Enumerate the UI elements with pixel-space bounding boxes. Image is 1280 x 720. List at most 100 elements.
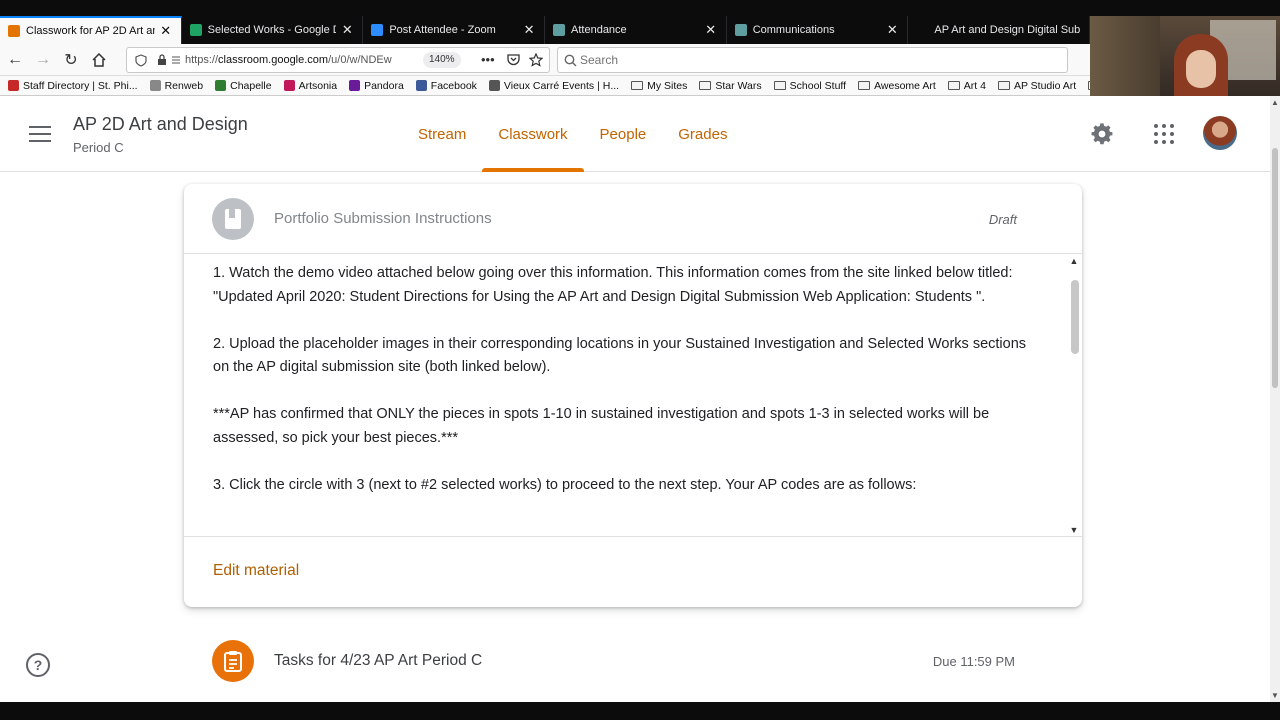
bookmark-label: School Stuff <box>789 79 847 92</box>
bookmark-star-icon[interactable] <box>529 53 543 67</box>
classwork-item-title: Tasks for 4/23 AP Art Period C <box>274 652 483 669</box>
material-card-header[interactable]: Portfolio Submission Instructions Draft <box>184 184 1082 254</box>
tab-people[interactable]: People <box>584 96 663 172</box>
url-bar[interactable]: https://classroom.google.com/u/0/w/NDEw … <box>126 47 550 73</box>
home-icon <box>92 52 106 67</box>
browser-tab[interactable]: Communications ✕ <box>727 16 909 44</box>
material-description-text: 1. Watch the demo video attached below g… <box>213 262 1043 521</box>
tab-classwork[interactable]: Classwork <box>482 96 584 172</box>
class-section: Period C <box>73 140 124 155</box>
tab-favicon-icon <box>371 24 384 36</box>
search-placeholder: Search <box>580 53 619 67</box>
site-favicon-icon <box>415 80 427 91</box>
folder-icon <box>858 81 871 90</box>
instruction-step-2: 2. Upload the placeholder images in thei… <box>213 335 1027 376</box>
assignment-icon <box>212 640 254 682</box>
bookmark-label: Staff Directory | St. Phi... <box>23 79 138 92</box>
page-scroll-up-icon[interactable]: ▲ <box>1270 98 1280 107</box>
site-favicon-icon <box>215 80 227 91</box>
close-icon[interactable]: ✕ <box>704 22 718 38</box>
material-card: Portfolio Submission Instructions Draft … <box>184 184 1082 607</box>
close-icon[interactable]: ✕ <box>159 23 173 39</box>
tab-stream[interactable]: Stream <box>402 96 482 172</box>
forward-button[interactable]: → <box>30 47 56 73</box>
page-scroll-down-icon[interactable]: ▼ <box>1270 691 1280 700</box>
bookmark-label: My Sites <box>647 79 688 92</box>
close-icon[interactable]: ✕ <box>885 22 899 38</box>
tab-title: Post Attendee - Zoom <box>389 24 496 36</box>
shield-icon <box>135 54 147 67</box>
webcam-presenter-face <box>1186 50 1216 88</box>
instruction-note: ***AP has confirmed that ONLY the pieces… <box>213 406 990 446</box>
scroll-down-arrow-icon[interactable]: ▼ <box>1068 525 1080 535</box>
folder-icon <box>631 81 644 90</box>
bookmark-folder[interactable]: AP Studio Art <box>997 80 1076 92</box>
bookmark-label: Renweb <box>164 79 204 92</box>
class-name[interactable]: AP 2D Art and Design <box>73 114 248 135</box>
browser-tab-strip: Classwork for AP 2D Art and D✕Selected W… <box>0 16 1091 44</box>
bookmark-item[interactable]: Staff Directory | St. Phi... <box>8 80 138 92</box>
browser-tab[interactable]: AP Art and Design Digital Submis <box>908 16 1091 44</box>
browser-tab[interactable]: Attendance ✕ <box>545 16 727 44</box>
classwork-item[interactable]: Tasks for 4/23 AP Art Period C Due 11:59… <box>184 630 1082 694</box>
site-favicon-icon <box>283 80 295 91</box>
bookmark-folder[interactable]: Star Wars <box>699 79 762 92</box>
site-favicon-icon <box>149 80 161 91</box>
page-actions-icon[interactable]: ••• <box>481 52 495 67</box>
gear-icon[interactable] <box>1090 122 1114 146</box>
url-text: https://classroom.google.com/u/0/w/NDEw <box>185 54 392 66</box>
page-scrollbar[interactable]: ▲ ▼ <box>1270 96 1280 702</box>
home-button[interactable] <box>86 47 112 73</box>
zoom-indicator[interactable]: 140% <box>423 52 461 68</box>
back-button[interactable]: ← <box>2 47 28 73</box>
tab-title: AP Art and Design Digital Submis <box>934 24 1081 36</box>
instruction-step-1: 1. Watch the demo video attached below g… <box>213 265 1013 305</box>
help-icon[interactable]: ? <box>26 653 50 677</box>
classroom-header: AP 2D Art and Design Period C Stream Cla… <box>0 96 1270 172</box>
folder-icon <box>699 81 712 90</box>
close-icon[interactable]: ✕ <box>522 22 536 38</box>
main-menu-icon[interactable] <box>29 126 51 142</box>
bookmark-item[interactable]: Chapelle <box>215 80 272 92</box>
tab-title: Selected Works - Google Drive <box>207 24 337 36</box>
pocket-icon[interactable] <box>507 54 520 66</box>
bookmark-label: Art 4 <box>963 79 986 92</box>
page-scroll-thumb[interactable] <box>1272 148 1278 388</box>
bookmark-item[interactable]: Pandora <box>349 80 404 92</box>
bookmark-folder[interactable]: My Sites <box>631 80 687 92</box>
bookmark-item[interactable]: Artsonia <box>283 79 338 92</box>
bookmark-label: Artsonia <box>298 79 338 92</box>
browser-tab[interactable]: Classwork for AP 2D Art and D ✕ <box>0 16 182 44</box>
bookmark-label: Star Wars <box>715 79 762 92</box>
bookmark-folder[interactable]: Art 4 <box>947 79 986 92</box>
avatar[interactable] <box>1203 116 1237 150</box>
bookmark-label: Facebook <box>430 79 477 92</box>
tab-title: Attendance <box>571 24 627 36</box>
browser-tab[interactable]: Post Attendee - Zoom ✕ <box>363 16 546 44</box>
bookmark-folder[interactable]: Awesome Art <box>858 80 936 92</box>
material-book-icon <box>212 198 254 240</box>
reload-button[interactable]: ↻ <box>58 47 84 73</box>
classwork-item-due: Due 11:59 PM <box>932 654 1015 669</box>
folder-icon <box>997 81 1010 90</box>
edit-material-button[interactable]: Edit material <box>213 562 299 580</box>
bookmark-item[interactable]: Renweb <box>149 79 204 92</box>
bookmark-label: Awesome Art <box>874 79 936 92</box>
browser-nav-bar: ← → ↻ https://classroom.google.com/u/0/w… <box>0 44 1090 76</box>
bookmark-folder[interactable]: School Stuff <box>773 79 847 92</box>
page-info-icon <box>172 56 180 64</box>
scroll-up-arrow-icon[interactable]: ▲ <box>1068 256 1080 266</box>
tab-favicon-icon <box>189 24 202 36</box>
description-scroll-thumb[interactable] <box>1071 280 1079 354</box>
description-scrollbar[interactable]: ▲ ▼ <box>1068 254 1080 536</box>
apps-grid-icon[interactable] <box>1154 124 1174 144</box>
tab-grades[interactable]: Grades <box>662 96 743 172</box>
close-icon[interactable]: ✕ <box>340 22 354 38</box>
browser-tab[interactable]: Selected Works - Google Drive✕ <box>182 16 364 44</box>
instruction-step-3: 3. Click the circle with 3 (next to #2 s… <box>213 476 917 493</box>
bookmark-item[interactable]: Vieux Carré Events | H... <box>488 80 619 92</box>
search-input[interactable]: Search <box>557 47 1068 73</box>
bookmark-item[interactable]: Facebook <box>415 79 477 92</box>
material-title: Portfolio Submission Instructions <box>274 210 492 227</box>
search-icon <box>564 54 577 67</box>
